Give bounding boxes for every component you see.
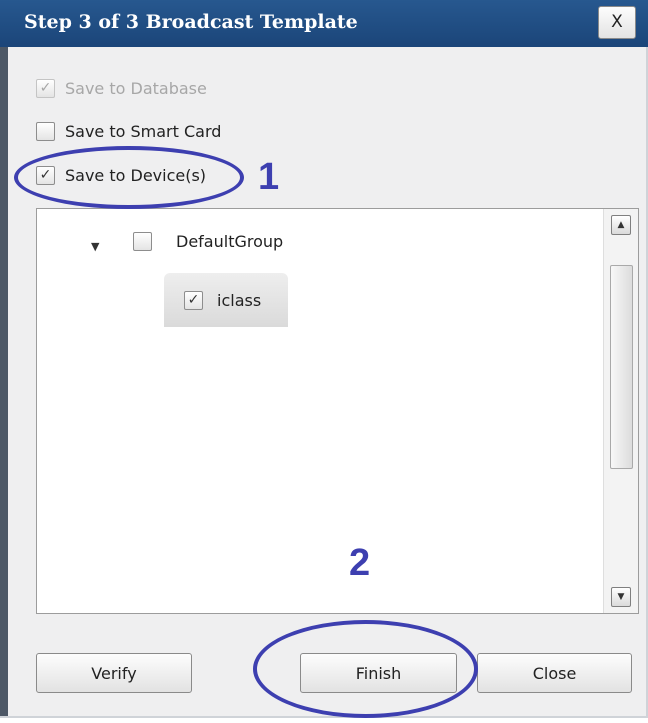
annotation-number-2: 2	[349, 542, 371, 584]
save-to-smart-card-checkbox[interactable]	[36, 121, 55, 141]
defaultgroup-label: DefaultGroup	[176, 232, 284, 251]
iclass-label: iclass	[217, 290, 262, 310]
save-to-database-option: ✓ Save to Database	[36, 75, 207, 101]
scroll-down-button[interactable]: ▼	[611, 587, 631, 607]
close-window-button[interactable]: X	[598, 6, 636, 39]
defaultgroup-checkbox[interactable]	[133, 232, 152, 251]
dialog-title: Step 3 of 3 Broadcast Template	[24, 11, 358, 33]
save-to-database-checkbox: ✓	[36, 78, 55, 98]
arrow-up-icon: ▲	[617, 220, 625, 230]
save-to-database-label: Save to Database	[65, 78, 207, 98]
verify-button[interactable]: Verify	[36, 653, 192, 693]
vertical-scrollbar[interactable]: ▲ ▼	[603, 209, 638, 613]
save-to-smart-card-label[interactable]: Save to Smart Card	[65, 122, 221, 141]
annotation-ellipse-finish	[253, 620, 478, 718]
expand-collapse-icon[interactable]: ▼	[91, 240, 99, 253]
window-left-edge	[0, 47, 8, 716]
iclass-checkbox[interactable]: ✓	[184, 290, 203, 310]
scrollbar-thumb[interactable]	[610, 265, 633, 469]
check-icon: ✓	[187, 292, 200, 308]
tree-node-defaultgroup[interactable]: DefaultGroup	[133, 232, 283, 251]
check-icon: ✓	[39, 80, 52, 96]
close-button[interactable]: Close	[477, 653, 632, 693]
save-to-smart-card-option[interactable]: Save to Smart Card	[36, 118, 221, 144]
annotation-ellipse-save-to-devices	[14, 146, 244, 209]
broadcast-template-dialog: Step 3 of 3 Broadcast Template X ✓ Save …	[0, 0, 648, 718]
title-bar[interactable]: Step 3 of 3 Broadcast Template X	[0, 0, 648, 47]
device-tree-panel[interactable]: ▼ DefaultGroup ✓ iclass ▲ ▼	[36, 208, 639, 614]
annotation-number-1: 1	[258, 156, 280, 198]
tree-node-iclass[interactable]: ✓ iclass	[164, 273, 288, 327]
scroll-up-button[interactable]: ▲	[611, 215, 631, 235]
arrow-down-icon: ▼	[617, 592, 625, 602]
